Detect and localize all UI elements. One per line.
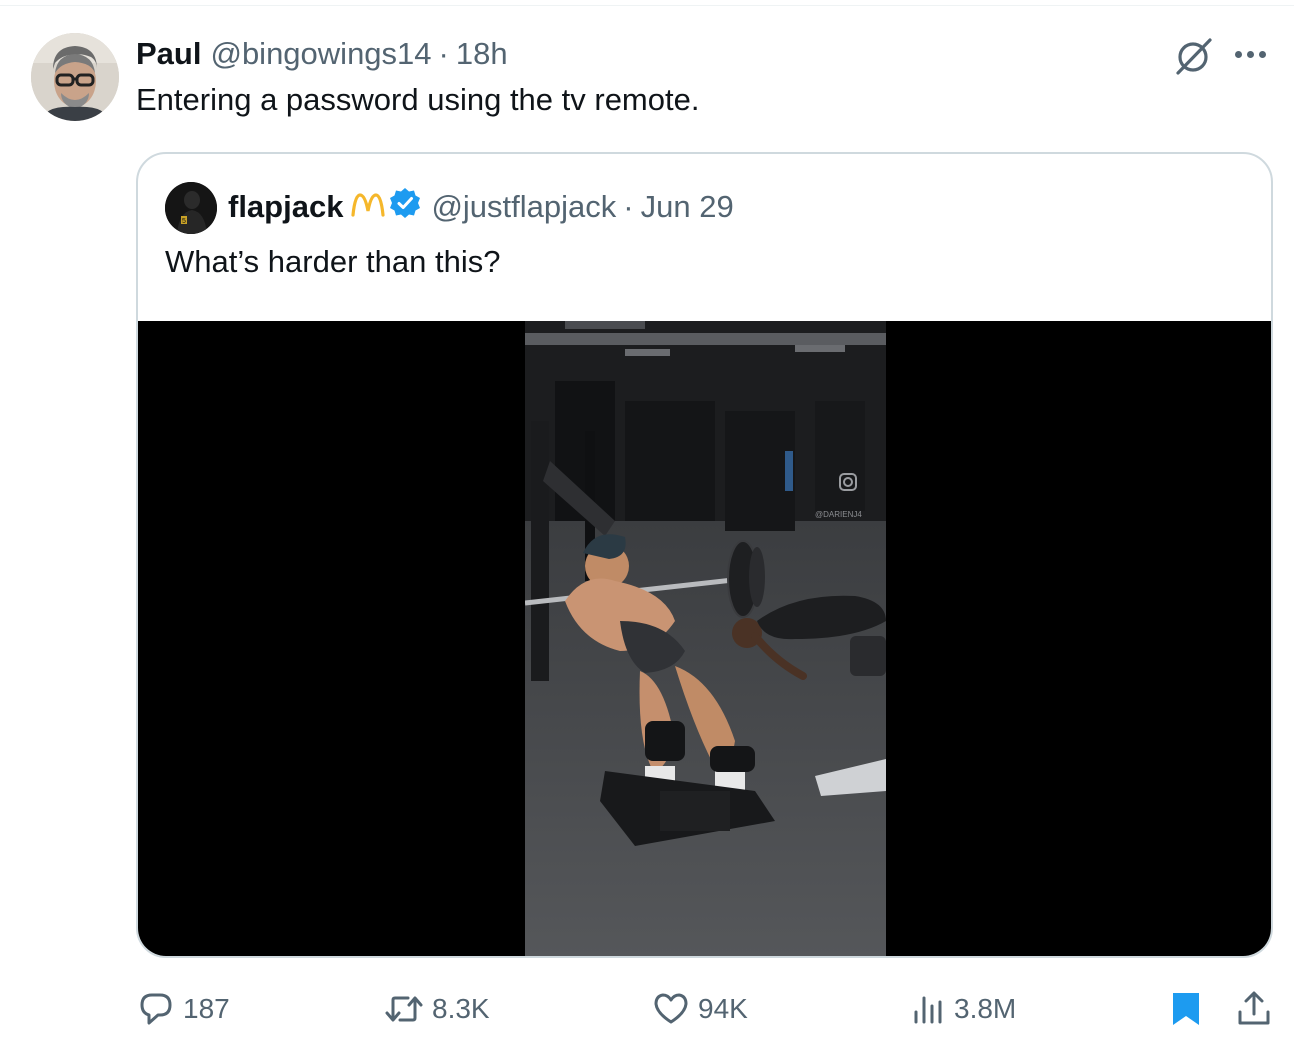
quoted-author-name[interactable]: flapjack — [228, 189, 343, 225]
tweet-action-bar: 187 8.3K 94K 3.8M — [0, 984, 1294, 1034]
top-divider — [0, 5, 1294, 6]
video-watermark: @DARIENJ4 — [815, 510, 862, 519]
header-separator: · — [438, 36, 449, 71]
views-button[interactable]: 3.8M — [912, 984, 1016, 1034]
repost-icon — [384, 990, 424, 1028]
quoted-author-handle[interactable]: @justflapjack — [431, 189, 616, 225]
verified-badge-icon[interactable] — [389, 187, 421, 227]
quoted-tweet-date[interactable]: Jun 29 — [641, 189, 734, 225]
quoted-header-separator: · — [623, 189, 634, 224]
repost-button[interactable]: 8.3K — [384, 984, 490, 1034]
author-avatar[interactable] — [31, 33, 119, 121]
quoted-media[interactable]: @DARIENJ4 — [138, 321, 1271, 956]
share-button[interactable] — [1236, 984, 1272, 1034]
quoted-tweet-card[interactable]: 5 flapjack @justflapjack · Jun 29 What’s… — [136, 152, 1273, 958]
quoted-tweet-header: flapjack @justflapjack · Jun 29 — [228, 184, 734, 230]
tweet-time[interactable]: 18h — [456, 36, 508, 72]
author-handle[interactable]: @bingowings14 — [210, 36, 431, 72]
views-icon — [912, 990, 946, 1028]
like-count: 94K — [698, 993, 748, 1024]
grok-icon[interactable] — [1174, 36, 1214, 76]
views-count: 3.8M — [954, 993, 1017, 1024]
reply-button[interactable]: 187 — [137, 984, 230, 1034]
reply-icon — [137, 990, 175, 1028]
like-icon — [652, 990, 690, 1028]
mcdonalds-arches-icon — [351, 189, 386, 225]
share-icon — [1236, 990, 1272, 1028]
reply-count: 187 — [183, 993, 230, 1024]
svg-text:5: 5 — [182, 218, 186, 225]
bookmark-icon — [1170, 990, 1202, 1028]
tweet-text: Entering a password using the tv remote. — [136, 82, 700, 117]
more-icon[interactable] — [1235, 42, 1275, 66]
quoted-author-avatar[interactable]: 5 — [165, 182, 217, 234]
quoted-tweet-text: What’s harder than this? — [165, 244, 501, 279]
repost-count: 8.3K — [432, 993, 490, 1024]
author-name[interactable]: Paul — [136, 36, 201, 72]
video-player[interactable]: @DARIENJ4 — [525, 321, 886, 956]
tweet-header: Paul @bingowings14 · 18h — [136, 34, 508, 74]
like-button[interactable]: 94K — [652, 984, 748, 1034]
bookmark-button[interactable] — [1170, 984, 1202, 1034]
